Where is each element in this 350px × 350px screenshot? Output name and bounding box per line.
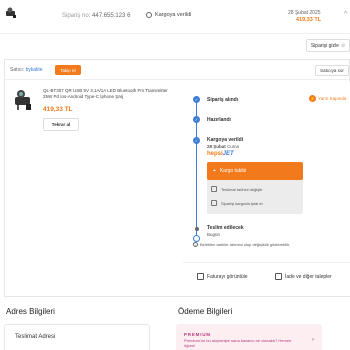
cancel-in-transit-button[interactable]: Siparişi kargoda iptal et [211, 200, 263, 206]
payment-section-title: Ödeme Bilgileri [178, 307, 233, 316]
product-title[interactable]: QL-BT307 QR USB 5V 3.1A/1A LED Bluetooth… [43, 88, 173, 100]
premium-text: Premium'un bu alışverişte sana kazancı n… [184, 338, 292, 348]
delivery-address-title: Teslimat Adresi [15, 334, 56, 340]
cancel-box-icon [211, 200, 217, 206]
estimate-disclaimer: i Belirtilen tarihler tahmini olup değiş… [193, 242, 290, 247]
seller-name-link[interactable]: bykalite [26, 67, 43, 73]
address-section-title: Adres Bilgileri [6, 307, 55, 316]
premium-banner[interactable]: PREMIUM Premium'un bu alışverişte sana k… [176, 324, 322, 350]
track-shipment-button[interactable]: ⌖ Kargo takibi [207, 162, 303, 180]
invoice-icon [197, 273, 204, 280]
returns-button[interactable]: İade ve diğer talepler [275, 273, 332, 280]
bolt-icon: ⚡ [309, 95, 316, 102]
product-thumbnail [6, 7, 16, 18]
product-price: 419,33 TL [43, 106, 73, 113]
future-step-dot [194, 227, 199, 231]
step-delivery-date: Bugün [207, 232, 221, 237]
follow-seller-button[interactable]: Takip et [55, 65, 81, 75]
product-image[interactable] [11, 87, 37, 113]
shipment-actions: ⌖ Kargo takibi Teslimat tarihini değişti… [207, 162, 303, 214]
order-bottom-actions: Faturayı görüntüle İade ve diğer taleple… [183, 262, 350, 280]
check-icon: ✓ [193, 116, 200, 123]
check-icon: ✓ [193, 137, 200, 144]
order-card: Satıcı: bykalite Takip et Satıcıya sor Q… [4, 59, 350, 297]
fast-delivery-badge: ⚡ Yarın Kapında [309, 95, 347, 102]
seller-row: Satıcı: bykalite Takip et Satıcıya sor [5, 60, 350, 80]
view-invoice-button[interactable]: Faturayı görüntüle [197, 273, 248, 280]
order-status: Kargoya verildi [146, 12, 191, 18]
order-number: Sipariş no: 447.655.123 6 [62, 13, 131, 19]
delivery-address-card: Teslimat Adresi [4, 324, 150, 350]
order-summary-row[interactable]: Sipariş no: 447.655.123 6 Kargoya verild… [0, 0, 350, 34]
shipment-timeline: ✓ Sipariş alındı ⚡ Yarın Kapında ✓ Hazır… [183, 82, 350, 296]
step-shipped-date: 28 Şubat Cuma [207, 144, 240, 149]
location-pin-icon: ⌖ [213, 168, 216, 174]
seller-label: Satıcı: bykalite [10, 67, 43, 73]
hide-icon: ⊘ [340, 42, 346, 49]
step-ordered: Sipariş alındı [207, 97, 239, 103]
return-box-icon [275, 273, 282, 280]
step-shipped: Kargoya verildi [207, 137, 244, 143]
buy-again-button[interactable]: Tekrar al [43, 118, 79, 131]
carrier-logo: hepsiJET [207, 151, 234, 157]
hide-order-button[interactable]: Siparişi gizle ⊘ [306, 39, 350, 52]
step-prepared: Hazırlandı [207, 117, 231, 123]
status-icon [146, 12, 152, 18]
chevron-right-icon: › [312, 337, 314, 343]
order-detail-page: Sipariş no: 447.655.123 6 Kargoya verild… [0, 0, 350, 350]
change-delivery-date-button[interactable]: Teslimat tarihini değiştir [211, 186, 263, 192]
chevron-up-icon[interactable]: ^ [344, 11, 347, 18]
calendar-icon [211, 186, 217, 192]
current-step-marker [193, 235, 200, 242]
order-date: 28 Şubat 2025 [288, 10, 321, 16]
check-icon: ✓ [193, 96, 200, 103]
premium-heading: PREMIUM [184, 332, 211, 337]
step-delivery: Teslim edilecek [207, 225, 244, 231]
info-icon: i [193, 242, 198, 247]
ask-seller-button[interactable]: Satıcıya sor [315, 65, 349, 76]
order-total: 419,33 TL [296, 17, 322, 23]
